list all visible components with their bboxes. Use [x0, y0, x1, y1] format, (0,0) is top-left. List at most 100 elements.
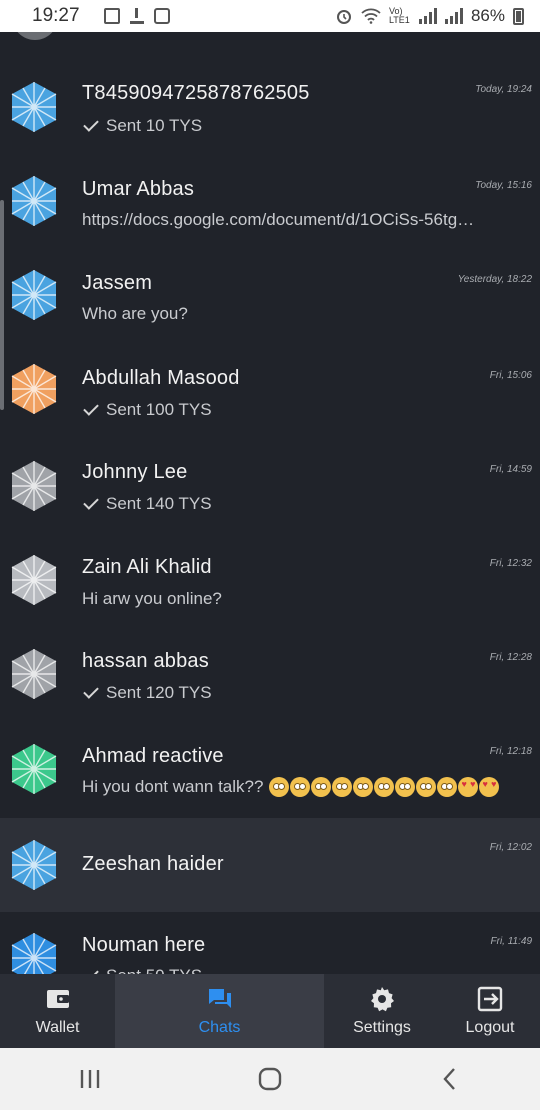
chat-item[interactable]: Johnny Lee Sent 140 TYS Fri, 14:59 — [0, 440, 540, 534]
flushed-emoji-icon — [395, 777, 416, 797]
system-nav-bar — [0, 1048, 540, 1110]
chat-item[interactable]: Ahmad reactive Hi you dont wann talk?? F… — [0, 722, 540, 816]
chat-name: Nouman here — [82, 934, 206, 956]
home-icon — [258, 1067, 282, 1091]
check-icon — [83, 494, 99, 510]
status-time: 19:27 — [32, 5, 80, 26]
signal-icon — [418, 8, 437, 24]
chat-item[interactable]: Umar Abbas https://docs.google.com/docum… — [0, 158, 540, 252]
chat-name: Ahmad reactive — [82, 745, 224, 767]
flushed-emoji-icon — [311, 777, 332, 797]
flushed-emoji-icon — [353, 777, 374, 797]
chat-item[interactable]: Nouman here Sent 50 TYS Fri, 11:49 — [0, 912, 540, 974]
chat-item[interactable]: Zain Ali Khalid Hi arw you online? Fri, … — [0, 534, 540, 628]
nav-wallet[interactable]: Wallet — [0, 974, 115, 1048]
chat-preview-text: Sent 10 TYS — [106, 116, 203, 135]
avatar — [11, 744, 57, 794]
nav-label: Wallet — [35, 1019, 80, 1036]
chat-name: Abdullah Masood — [82, 367, 240, 389]
chat-time: Fri, 12:02 — [489, 842, 532, 853]
chat-time: Fri, 11:49 — [490, 936, 533, 947]
network-label: Vo) LTE1 — [388, 6, 410, 25]
chat-name: Umar Abbas — [82, 178, 195, 200]
check-icon — [83, 116, 99, 132]
chat-preview: https://docs.google.com/document/d/1OCiS… — [82, 210, 528, 230]
flushed-emoji-icon — [374, 777, 395, 797]
chat-name: Jassem — [82, 272, 153, 294]
chat-item[interactable]: T8459094725878762505 Sent 10 TYS Today, … — [0, 64, 540, 158]
chat-preview-text: Sent 140 TYS — [106, 494, 212, 513]
check-icon — [83, 683, 99, 699]
avatar — [11, 270, 57, 320]
chat-time: Fri, 12:18 — [489, 746, 532, 757]
avatar — [11, 364, 57, 414]
chat-item[interactable]: Abdullah Masood Sent 100 TYS Fri, 15:06 — [0, 346, 540, 440]
chat-preview: Sent 50 TYS — [82, 966, 528, 974]
chat-preview: Sent 100 TYS — [82, 400, 528, 420]
recent-apps-icon — [80, 1070, 100, 1088]
chat-time: Fri, 12:28 — [489, 652, 532, 663]
chat-name: hassan abbas — [82, 650, 209, 672]
chat-time: Fri, 12:32 — [489, 558, 532, 569]
chat-preview-text: Hi arw you online? — [82, 589, 222, 608]
flushed-emoji-icon — [290, 777, 311, 797]
chat-preview: Hi arw you online? — [82, 589, 528, 609]
avatar — [11, 82, 57, 132]
clock-app-icon — [153, 8, 170, 24]
chat-item[interactable]: hassan abbas Sent 120 TYS Fri, 12:28 — [0, 628, 540, 722]
chat-item-active[interactable]: Zeeshan haider Fri, 12:02 — [0, 818, 540, 912]
avatar — [11, 176, 57, 226]
avatar — [11, 933, 57, 974]
wallet-icon — [46, 990, 69, 1008]
status-bar: 19:27 Vo) LTE1 86% — [0, 0, 540, 32]
bottom-nav: Wallet Chats Settings Logout — [0, 974, 540, 1048]
flushed-emoji-icon — [437, 777, 458, 797]
wifi-icon — [361, 8, 381, 24]
chat-time: Today, 19:24 — [475, 84, 532, 95]
chat-time: Fri, 14:59 — [489, 464, 532, 475]
nav-logout[interactable]: Logout — [440, 974, 540, 1048]
check-icon — [83, 966, 99, 974]
chat-preview: Who are you? — [82, 304, 528, 324]
chat-preview-text: Sent 120 TYS — [106, 683, 212, 702]
chat-name: Zain Ali Khalid — [82, 556, 212, 578]
heart-eyes-emoji-icon — [458, 777, 479, 797]
gear-icon — [371, 987, 394, 1012]
chat-preview-text: Who are you? — [82, 304, 188, 323]
chat-list[interactable]: T8459094725878762505 Sent 10 TYS Today, … — [0, 32, 540, 974]
avatar — [11, 649, 57, 699]
chat-preview: Sent 10 TYS — [82, 116, 528, 136]
chat-item[interactable]: Jassem Who are you? Yesterday, 18:22 — [0, 252, 540, 346]
chat-preview-text: https://docs.google.com/document/d/1OCiS… — [82, 210, 475, 229]
battery-icon — [513, 7, 524, 25]
flushed-emoji-icon — [269, 777, 290, 797]
chat-preview-text: Hi you dont wann talk?? — [82, 777, 264, 796]
chats-icon — [208, 989, 231, 1008]
chat-preview-text: Sent 100 TYS — [106, 400, 212, 419]
chat-preview: Sent 140 TYS — [82, 494, 528, 514]
nav-settings[interactable]: Settings — [324, 974, 440, 1048]
check-icon — [83, 400, 99, 416]
nav-label: Logout — [465, 1019, 515, 1036]
flushed-emoji-icon — [332, 777, 353, 797]
back-button[interactable] — [430, 1059, 470, 1099]
nav-chats[interactable]: Chats — [115, 974, 324, 1048]
chat-time: Yesterday, 18:22 — [457, 274, 532, 285]
chat-name: Johnny Lee — [82, 461, 188, 483]
signal-icon-2 — [444, 8, 463, 24]
chat-preview: Hi you dont wann talk?? — [82, 777, 528, 797]
chat-name: Zeeshan haider — [82, 853, 224, 875]
emoji-row — [269, 777, 500, 797]
flushed-emoji-icon — [416, 777, 437, 797]
home-button[interactable] — [250, 1059, 290, 1099]
avatar-peek — [12, 32, 58, 40]
avatar — [11, 461, 57, 511]
chat-time: Today, 15:16 — [475, 180, 532, 191]
alarm-icon — [336, 10, 351, 24]
avatar — [11, 840, 57, 890]
download-icon — [129, 8, 144, 24]
heart-eyes-emoji-icon — [479, 777, 500, 797]
back-icon — [443, 1068, 455, 1090]
recent-apps-button[interactable] — [70, 1059, 110, 1099]
chat-preview-text: Sent 50 TYS — [106, 966, 202, 974]
